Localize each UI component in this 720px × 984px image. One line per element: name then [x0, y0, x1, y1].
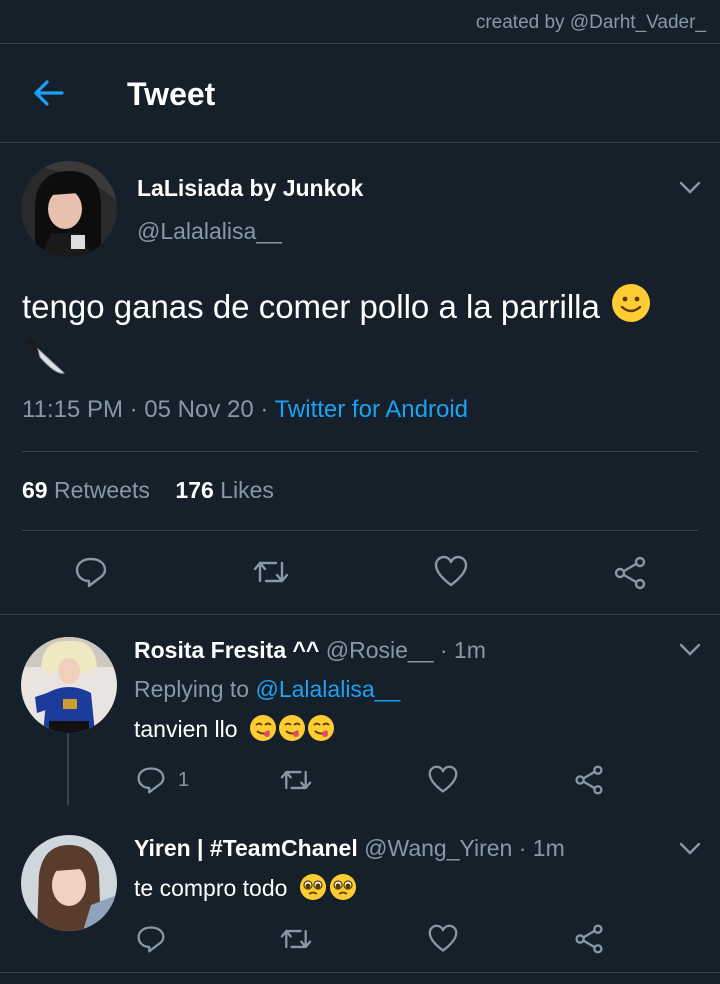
replying-to-link[interactable]: @Lalalalisa__: [255, 676, 400, 702]
reply-author-name[interactable]: Rosita Fresita ^^: [134, 637, 319, 663]
reply-icon[interactable]: [74, 555, 108, 594]
reply-author-handle[interactable]: @Rosie__: [326, 637, 434, 663]
likes-stat[interactable]: 176 Likes: [175, 477, 273, 503]
knife-emoji-icon: [26, 337, 68, 392]
share-icon[interactable]: [612, 555, 648, 596]
tweet-actions: [0, 553, 720, 593]
reply-text: te compro todo: [134, 872, 358, 908]
chevron-down-icon[interactable]: [679, 643, 701, 657]
tweet-metadata: 11:15 PM · 05 Nov 20 · Twitter for Andro…: [22, 396, 468, 424]
page-title: Tweet: [127, 76, 216, 112]
share-icon[interactable]: [573, 923, 605, 960]
divider: [0, 614, 720, 615]
replying-to: Replying to @Lalalalisa__: [134, 676, 401, 702]
retweet-stat[interactable]: 69 Retweets: [22, 477, 150, 503]
chevron-down-icon[interactable]: [679, 842, 701, 856]
divider: [0, 972, 720, 973]
like-heart-icon[interactable]: [427, 924, 459, 959]
chevron-down-icon[interactable]: [679, 181, 701, 195]
like-heart-icon[interactable]: [427, 765, 459, 800]
reply-text: tanvien llo: [134, 713, 338, 749]
reply-author-handle[interactable]: @Wang_Yiren: [364, 835, 512, 861]
reply-count: 1: [178, 769, 190, 791]
reply-icon[interactable]: [136, 765, 166, 800]
divider: [0, 142, 720, 143]
pleading-emoji-icon: [298, 872, 358, 908]
avatar[interactable]: [21, 637, 117, 733]
reply-author-name[interactable]: Yiren | #TeamChanel: [134, 835, 358, 861]
avatar[interactable]: [21, 161, 117, 257]
reply-header: Rosita Fresita ^^ @Rosie__ · 1m: [134, 637, 486, 664]
thread-line: [67, 733, 69, 805]
divider: [22, 530, 698, 531]
tweet-timestamp: 11:15 PM · 05 Nov 20 ·: [22, 396, 275, 423]
reply-header: Yiren | #TeamChanel @Wang_Yiren · 1m: [134, 835, 565, 862]
retweet-icon[interactable]: [279, 765, 313, 800]
tweet-text: tengo ganas de comer pollo a la parrilla: [22, 282, 662, 392]
reply-icon[interactable]: [136, 924, 166, 959]
tweet-author-handle[interactable]: @Lalalalisa__: [137, 218, 282, 245]
back-arrow-icon[interactable]: [30, 78, 66, 108]
retweet-icon[interactable]: [252, 555, 290, 594]
reply-time: · 1m: [439, 637, 486, 663]
watermark: created by @Darht_Vader_: [475, 12, 706, 33]
tweet-stats: 69 Retweets 176 Likes: [22, 477, 274, 504]
tweet-author-name[interactable]: LaLisiada by Junkok: [137, 175, 363, 202]
top-bar: Tweet: [0, 44, 720, 142]
tweet-source-link[interactable]: Twitter for Android: [275, 396, 468, 423]
smile-emoji-icon: [610, 282, 652, 337]
like-heart-icon[interactable]: [433, 555, 469, 594]
share-icon[interactable]: [573, 764, 605, 801]
retweet-icon[interactable]: [279, 924, 313, 959]
avatar[interactable]: [21, 835, 117, 931]
yum-emoji-icon: [248, 713, 338, 749]
reply-time: · 1m: [518, 835, 565, 861]
divider: [22, 451, 698, 452]
